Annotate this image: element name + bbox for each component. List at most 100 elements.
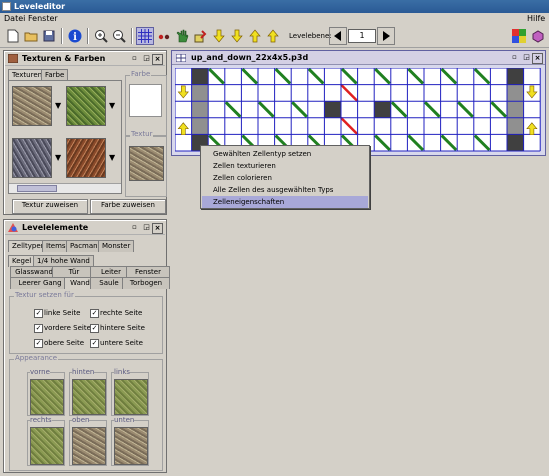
grid-cell-wall: [324, 101, 341, 118]
level-elements-panel: Levelelemente ▫ ◲ × Zelltypen Items Pacm…: [3, 219, 170, 473]
grid-cell-wall: [507, 68, 524, 85]
face-front-label: vorne: [30, 368, 50, 376]
map-icon: [176, 54, 186, 62]
arrow-down-icon[interactable]: [210, 27, 228, 45]
menubar: Datei Fenster Hilfe: [0, 13, 549, 24]
grid-cell-gray: [507, 84, 524, 102]
close-icon[interactable]: ×: [152, 223, 163, 234]
face-right-label: rechts: [30, 416, 52, 424]
checkbox-bottom-side[interactable]: untere Seite: [90, 339, 143, 348]
grid-cell-wall: [191, 68, 209, 85]
menu-hilfe[interactable]: Hilfe: [527, 13, 545, 24]
texture-panel-titlebar: Texturen & Farben ▫ ◲ ×: [5, 52, 165, 66]
checkbox-top-side[interactable]: obere Seite: [34, 339, 84, 348]
face-back[interactable]: hinten: [69, 368, 107, 416]
texture-swatch[interactable]: [66, 86, 106, 126]
scrollbar-thumb[interactable]: [17, 185, 57, 192]
close-icon[interactable]: ×: [152, 54, 163, 65]
checkbox-left-side[interactable]: linke Seite: [34, 309, 80, 318]
new-file-icon[interactable]: [4, 27, 22, 45]
texture-swatch[interactable]: [66, 138, 106, 178]
face-back-label: hinten: [72, 368, 95, 376]
tab-leerer-gang[interactable]: Leerer Gang: [10, 277, 70, 289]
face-front[interactable]: vorne: [27, 368, 65, 416]
texture-swatch[interactable]: [12, 86, 52, 126]
maximize-icon[interactable]: ◲: [142, 223, 151, 232]
checkbox-front-side[interactable]: vordere Seite: [34, 324, 91, 333]
grid-cell-gray: [507, 101, 524, 118]
appearance-label: Appearance: [14, 354, 59, 362]
chevron-down-icon[interactable]: ▼: [109, 153, 115, 162]
assign-color-button[interactable]: Farbe zuweisen: [90, 199, 166, 214]
texture-panel-icon: [8, 54, 18, 63]
chevron-down-icon[interactable]: ▼: [55, 153, 61, 162]
level-elements-icon: [8, 223, 18, 232]
menu-item-set-cell-type[interactable]: Gewählten Zellentyp setzen: [202, 148, 368, 160]
face-bottom-texture: [114, 427, 148, 465]
grid-cell-gray: [507, 117, 524, 135]
level-grid[interactable]: [175, 68, 541, 152]
context-menu: Gewählten Zellentyp setzen Zellen textur…: [200, 145, 370, 209]
face-right[interactable]: rechts: [27, 416, 65, 466]
face-back-texture: [72, 379, 106, 415]
next-level-button[interactable]: [377, 27, 395, 45]
arrow-up-icon[interactable]: [264, 27, 282, 45]
grid-icon[interactable]: [136, 27, 154, 45]
paint-icon[interactable]: [191, 27, 209, 45]
previous-level-button[interactable]: [329, 27, 347, 45]
map-window-titlebar: up_and_down_22x4x5.p3d ▫ ◲ ×: [172, 51, 545, 65]
menu-item-texture-cells[interactable]: Zellen texturieren: [202, 160, 368, 172]
level-elements-titlebar: Levelelemente ▫ ◲ ×: [5, 221, 165, 235]
menu-datei[interactable]: Datei: [4, 13, 25, 24]
horizontal-scrollbar[interactable]: [9, 183, 121, 193]
grid-cell-gray: [191, 84, 209, 102]
menu-item-cell-properties[interactable]: Zelleneigenschaften: [202, 196, 368, 208]
texture-preview: [129, 146, 164, 181]
chevron-down-icon[interactable]: ▼: [109, 101, 115, 110]
arrow-up-icon[interactable]: [246, 27, 264, 45]
grid-cell-gray: [191, 101, 209, 118]
hand-icon[interactable]: [173, 27, 191, 45]
app-icon: [2, 2, 11, 11]
window-title: Leveleditor: [14, 2, 66, 11]
maximize-icon[interactable]: ◲: [522, 53, 531, 62]
face-left[interactable]: links: [111, 368, 149, 416]
texture-sides-label: Textur setzen für: [14, 291, 75, 299]
face-top-label: oben: [72, 416, 90, 424]
checkbox-right-side[interactable]: rechte Seite: [90, 309, 142, 318]
open-folder-icon[interactable]: [22, 27, 40, 45]
minimize-icon[interactable]: ▫: [510, 53, 519, 62]
menu-item-color-cells[interactable]: Zellen colorieren: [202, 172, 368, 184]
info-icon[interactable]: i: [66, 27, 84, 45]
select-icon[interactable]: [155, 27, 173, 45]
tab-monster[interactable]: Monster: [98, 240, 135, 252]
save-icon[interactable]: [40, 27, 58, 45]
texture-group: Textur: [125, 130, 167, 197]
toolbar: i Levelebene: 1: [0, 24, 549, 48]
map-window: up_and_down_22x4x5.p3d ▫ ◲ ×: [171, 50, 546, 156]
appearance-group: Appearance vorne hinten links rechts obe…: [9, 354, 163, 471]
maximize-icon[interactable]: ◲: [142, 54, 151, 63]
toolbar-separator: [131, 28, 133, 44]
tab-pacman[interactable]: Pacman: [66, 240, 102, 252]
zoom-out-icon[interactable]: [110, 27, 128, 45]
arrow-down-icon[interactable]: [228, 27, 246, 45]
face-bottom[interactable]: unten: [111, 416, 149, 466]
level-input[interactable]: 1: [348, 29, 376, 43]
face-top[interactable]: oben: [69, 416, 107, 466]
color-group: Farbe: [125, 70, 167, 137]
tab-torbogen[interactable]: Torbogen: [122, 277, 170, 289]
color-palette-icon[interactable]: [510, 27, 528, 45]
grid-cell-gray: [191, 117, 209, 135]
zoom-in-icon[interactable]: [92, 27, 110, 45]
chevron-down-icon[interactable]: ▼: [55, 101, 61, 110]
3d-view-icon[interactable]: [529, 27, 547, 45]
texture-swatch[interactable]: [12, 138, 52, 178]
checkbox-back-side[interactable]: hintere Seite: [90, 324, 145, 333]
assign-texture-button[interactable]: Textur zuweisen: [12, 199, 88, 214]
menu-item-select-all-of-type[interactable]: Alle Zellen des ausgewählten Typs selekt…: [202, 184, 368, 206]
menu-fenster[interactable]: Fenster: [28, 13, 58, 24]
minimize-icon[interactable]: ▫: [130, 54, 139, 63]
close-icon[interactable]: ×: [532, 53, 543, 64]
minimize-icon[interactable]: ▫: [130, 223, 139, 232]
